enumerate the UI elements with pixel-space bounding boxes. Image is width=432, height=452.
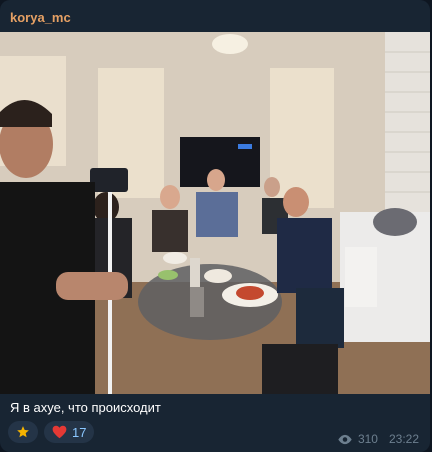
star-icon: [17, 426, 29, 438]
message-photo[interactable]: [0, 32, 430, 394]
reactions-bar: 17: [8, 421, 95, 443]
heart-icon: [52, 425, 67, 439]
eye-icon: [338, 434, 352, 444]
photo-illustration: [0, 32, 430, 394]
reaction-star[interactable]: [8, 421, 38, 443]
message-time: 23:22: [388, 432, 419, 446]
message-bubble[interactable]: korya_mc Я в ахуе, что происходит 17 310…: [0, 0, 430, 452]
reaction-heart-count: 17: [72, 424, 87, 440]
author-name[interactable]: korya_mc: [10, 10, 71, 25]
views-count: 310: [357, 432, 378, 446]
reaction-heart[interactable]: 17: [44, 421, 95, 443]
message-meta: 310 23:22: [337, 432, 419, 446]
message-caption: Я в ахуе, что происходит: [10, 400, 161, 415]
